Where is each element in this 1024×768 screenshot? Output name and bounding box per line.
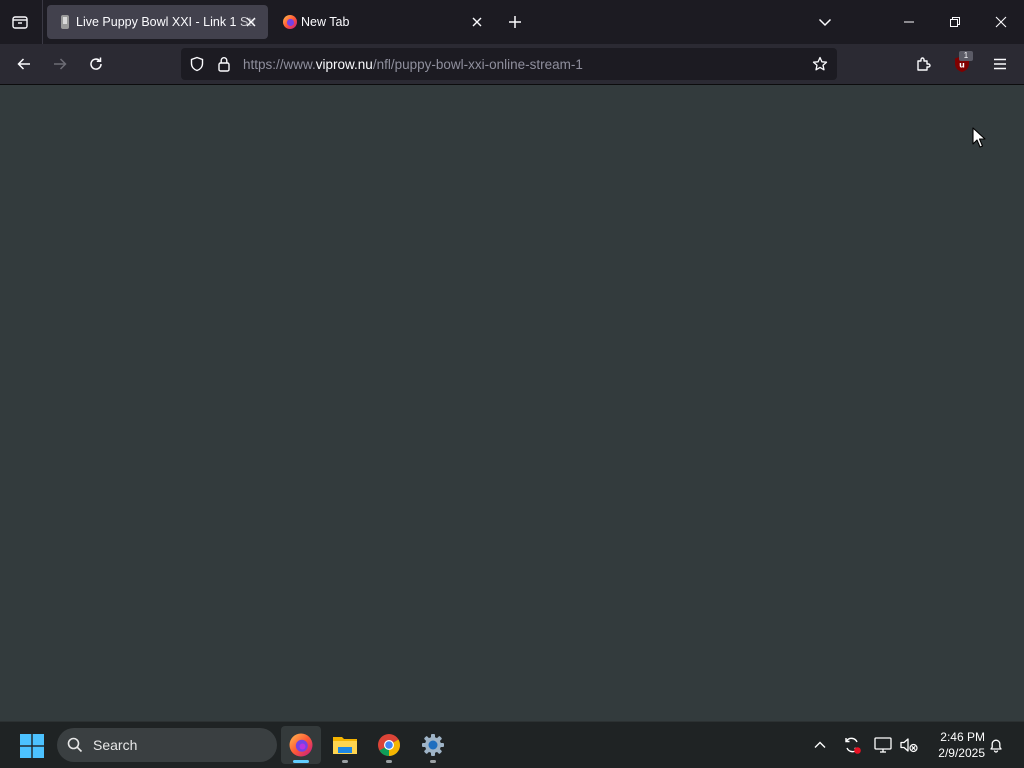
tab-title: Live Puppy Bowl XXI - Link 1 Str xyxy=(76,15,256,29)
close-icon xyxy=(995,16,1007,28)
taskbar-settings[interactable] xyxy=(413,726,453,764)
tab-strip: Live Puppy Bowl XXI - Link 1 Str New Tab xyxy=(0,0,1024,44)
url-path: /nfl/puppy-bowl-xxi-online-stream-1 xyxy=(372,57,583,72)
new-tab-button[interactable] xyxy=(501,8,529,36)
firefox-icon xyxy=(282,14,298,30)
taskbar-chrome[interactable] xyxy=(369,726,409,764)
arrow-right-icon xyxy=(54,58,67,70)
notifications-button[interactable] xyxy=(985,734,1007,756)
chevron-up-icon xyxy=(814,741,826,748)
app-menu-button[interactable] xyxy=(985,49,1015,79)
start-button[interactable] xyxy=(19,733,45,759)
windows-taskbar: Search 2:46 PM 2/9/2025 xyxy=(0,721,1024,768)
list-all-tabs-button[interactable] xyxy=(811,8,839,36)
minimize-icon xyxy=(904,21,914,23)
running-indicator xyxy=(293,760,309,763)
file-explorer-icon xyxy=(333,737,357,754)
firefox-view-icon xyxy=(12,16,28,29)
url-scheme: https://www. xyxy=(243,57,316,72)
reload-icon xyxy=(90,57,102,70)
back-button[interactable] xyxy=(9,49,39,79)
forward-button[interactable] xyxy=(45,49,75,79)
url-text[interactable]: https://www.viprow.nu/nfl/puppy-bowl-xxi… xyxy=(243,57,583,72)
lock-icon[interactable] xyxy=(215,55,233,73)
firefox-icon xyxy=(289,733,313,757)
network-monitor-icon xyxy=(874,737,892,753)
close-tab-icon[interactable] xyxy=(469,14,485,30)
firefox-view-button[interactable] xyxy=(6,8,34,36)
tab-new-tab[interactable]: New Tab xyxy=(272,5,490,39)
site-favicon-icon xyxy=(57,14,73,30)
arrow-left-icon xyxy=(17,58,30,70)
close-tab-icon[interactable] xyxy=(243,14,259,30)
plus-icon xyxy=(509,16,521,28)
system-clock[interactable]: 2:46 PM 2/9/2025 xyxy=(925,729,985,761)
clock-time: 2:46 PM xyxy=(940,730,985,744)
tab-divider xyxy=(42,0,43,44)
tray-volume[interactable] xyxy=(898,734,920,756)
taskbar-search-box[interactable]: Search xyxy=(57,728,277,762)
running-indicator xyxy=(430,760,436,763)
search-label: Search xyxy=(93,737,138,753)
sync-error-icon xyxy=(845,737,861,754)
extensions-button[interactable] xyxy=(909,49,939,79)
close-window-button[interactable] xyxy=(978,0,1024,44)
shield-icon[interactable] xyxy=(188,55,206,73)
settings-icon xyxy=(422,734,444,756)
tray-network[interactable] xyxy=(872,734,894,756)
search-icon xyxy=(67,737,83,753)
show-hidden-icons-button[interactable] xyxy=(809,734,831,756)
restore-button[interactable] xyxy=(932,0,978,44)
running-indicator xyxy=(342,760,348,763)
windows-logo-icon xyxy=(20,734,44,758)
url-host: viprow.nu xyxy=(315,57,373,72)
speaker-muted-icon xyxy=(900,738,918,753)
clock-date: 2/9/2025 xyxy=(938,746,985,760)
page-content[interactable] xyxy=(0,85,1024,721)
reload-button[interactable] xyxy=(81,49,111,79)
running-indicator xyxy=(386,760,392,763)
svg-text:u: u xyxy=(959,61,965,70)
taskbar-file-explorer[interactable] xyxy=(325,726,365,764)
hamburger-menu-icon xyxy=(994,58,1006,70)
taskbar-firefox[interactable] xyxy=(281,726,321,764)
mouse-cursor-icon xyxy=(972,127,986,148)
tab-live-puppy-bowl[interactable]: Live Puppy Bowl XXI - Link 1 Str xyxy=(47,5,268,39)
minimize-button[interactable] xyxy=(886,0,932,44)
tray-sync-status[interactable] xyxy=(841,734,863,756)
chrome-icon xyxy=(378,734,400,756)
chevron-down-icon xyxy=(818,18,832,27)
url-bar[interactable]: https://www.viprow.nu/nfl/puppy-bowl-xxi… xyxy=(181,48,837,80)
puzzle-icon xyxy=(917,57,931,71)
restore-icon xyxy=(950,17,960,27)
ublock-blocked-count-badge: 1 xyxy=(959,51,973,61)
bell-icon xyxy=(990,739,1002,753)
bookmark-star-icon[interactable] xyxy=(811,55,829,73)
tab-title: New Tab xyxy=(301,15,350,29)
